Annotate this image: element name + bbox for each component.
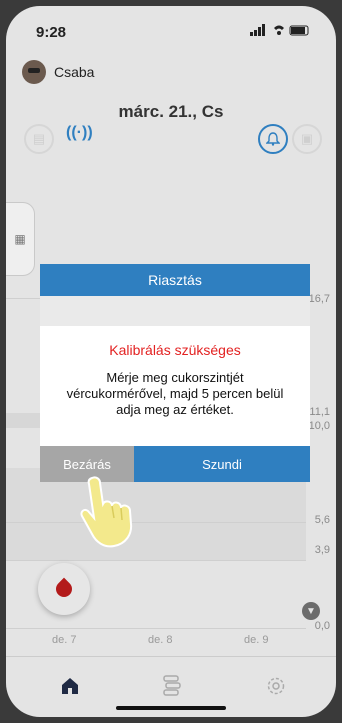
event-list-icon: ▦ [14,232,26,246]
dialog-message: Mérje meg cukorszintjét vércukormérővel,… [40,370,310,418]
side-panel-tab[interactable]: ▦ [6,202,35,276]
sensor-signal-icon[interactable]: ((·)) [66,124,93,142]
x-tick-label: de. 8 [148,634,173,646]
tap-hand-icon [70,470,150,555]
reports-icon [163,675,181,696]
bell-icon[interactable] [258,124,288,154]
y-tick-label: 10,0 [308,420,330,432]
dialog-strip [40,296,310,326]
phone-screen: 9:28 Csaba márc. 21., Cs ▤ ((·)) ▣ ▦ 16, [6,6,336,717]
y-tick-label: 5,6 [314,514,330,526]
date-title: márc. 21., Cs [118,102,224,121]
tab-home[interactable] [50,671,90,701]
y-tick-label: 3,9 [314,544,330,556]
dialog-message-line: vércukormérővel, majd 5 percen belül [66,386,284,401]
tab-reports[interactable] [152,671,192,701]
signal-wifi-battery-icon [250,24,309,36]
status-time: 9:28 [36,24,67,41]
y-tick-label: 16,7 [308,293,330,305]
status-bar: 9:28 [6,6,336,58]
snooze-button[interactable]: Szundi [134,446,310,482]
home-icon [62,678,78,694]
gridline [6,628,306,629]
record-icon[interactable]: ▣ [292,124,322,154]
avatar [22,60,46,84]
gridline [6,522,306,523]
x-tick-label: de. 7 [52,634,77,646]
blood-drop-button[interactable] [38,563,90,615]
scroll-down-icon[interactable]: ▼ [302,602,320,620]
dialog-header: Riasztás [40,264,310,296]
gridline [6,560,306,561]
alert-dialog: Riasztás Kalibrálás szükséges Mérje meg … [40,264,310,482]
user-name: Csaba [54,64,95,80]
y-tick-label: 11,1 [309,406,330,418]
tab-settings[interactable] [256,671,296,701]
dialog-title: Kalibrálás szükséges [109,342,241,358]
gear-icon [267,677,285,695]
dialog-message-line: adja meg az értéket. [116,402,234,417]
user-header[interactable]: Csaba [22,60,94,84]
dialog-message-line: Mérje meg cukorszintjét [106,370,244,385]
x-tick-label: de. 9 [244,634,269,646]
meal-log-icon[interactable]: ▤ [24,124,54,154]
y-tick-label: 0,0 [314,620,330,632]
status-icons [250,24,310,39]
blood-drop-icon [52,577,76,601]
home-indicator [116,706,226,710]
